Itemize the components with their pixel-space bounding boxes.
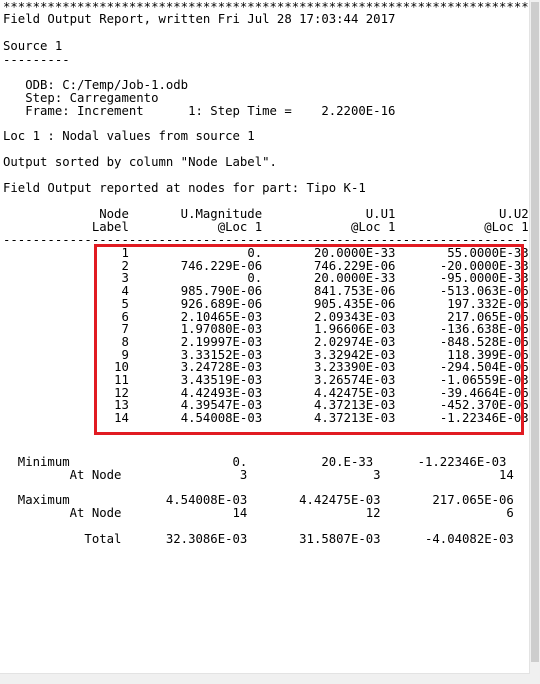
maximum-line: Maximum 4.54008E-03 4.42475E-03 217.065E… bbox=[3, 493, 514, 507]
scrollbar-thumb[interactable] bbox=[531, 2, 539, 662]
report-title: Field Output Report, written Fri Jul 28 … bbox=[3, 12, 396, 26]
vertical-scrollbar[interactable] bbox=[529, 0, 540, 684]
total-line: Total 32.3086E-03 31.5807E-03 -4.04082E-… bbox=[3, 532, 514, 546]
sorted-line: Output sorted by column "Node Label". bbox=[3, 155, 277, 169]
highlight-box bbox=[94, 244, 524, 435]
source-heading: Source 1 bbox=[3, 39, 63, 53]
table-header-2: Label @Loc 1 @Loc 1 @Loc 1 bbox=[3, 220, 529, 234]
horizontal-scrollbar[interactable] bbox=[0, 673, 530, 684]
odb-line: ODB: C:/Temp/Job-1.odb bbox=[3, 78, 189, 92]
frame-line: Frame: Increment 1: Step Time = 2.2200E-… bbox=[3, 104, 396, 118]
minimum-line: Minimum 0. 20.E-33 -1.22346E-03 bbox=[3, 455, 507, 469]
step-line: Step: Carregamento bbox=[3, 91, 159, 105]
report-text-area[interactable]: ****************************************… bbox=[0, 0, 530, 684]
loc-line: Loc 1 : Nodal values from source 1 bbox=[3, 129, 255, 143]
maximum-at-node-line: At Node 14 12 6 bbox=[3, 506, 514, 520]
field-output-line: Field Output reported at nodes for part:… bbox=[3, 181, 366, 195]
source-underline: --------- bbox=[3, 53, 70, 67]
minimum-at-node-line: At Node 3 3 14 bbox=[3, 468, 514, 482]
table-header-1: Node U.Magnitude U.U1 U.U2 bbox=[3, 207, 529, 221]
